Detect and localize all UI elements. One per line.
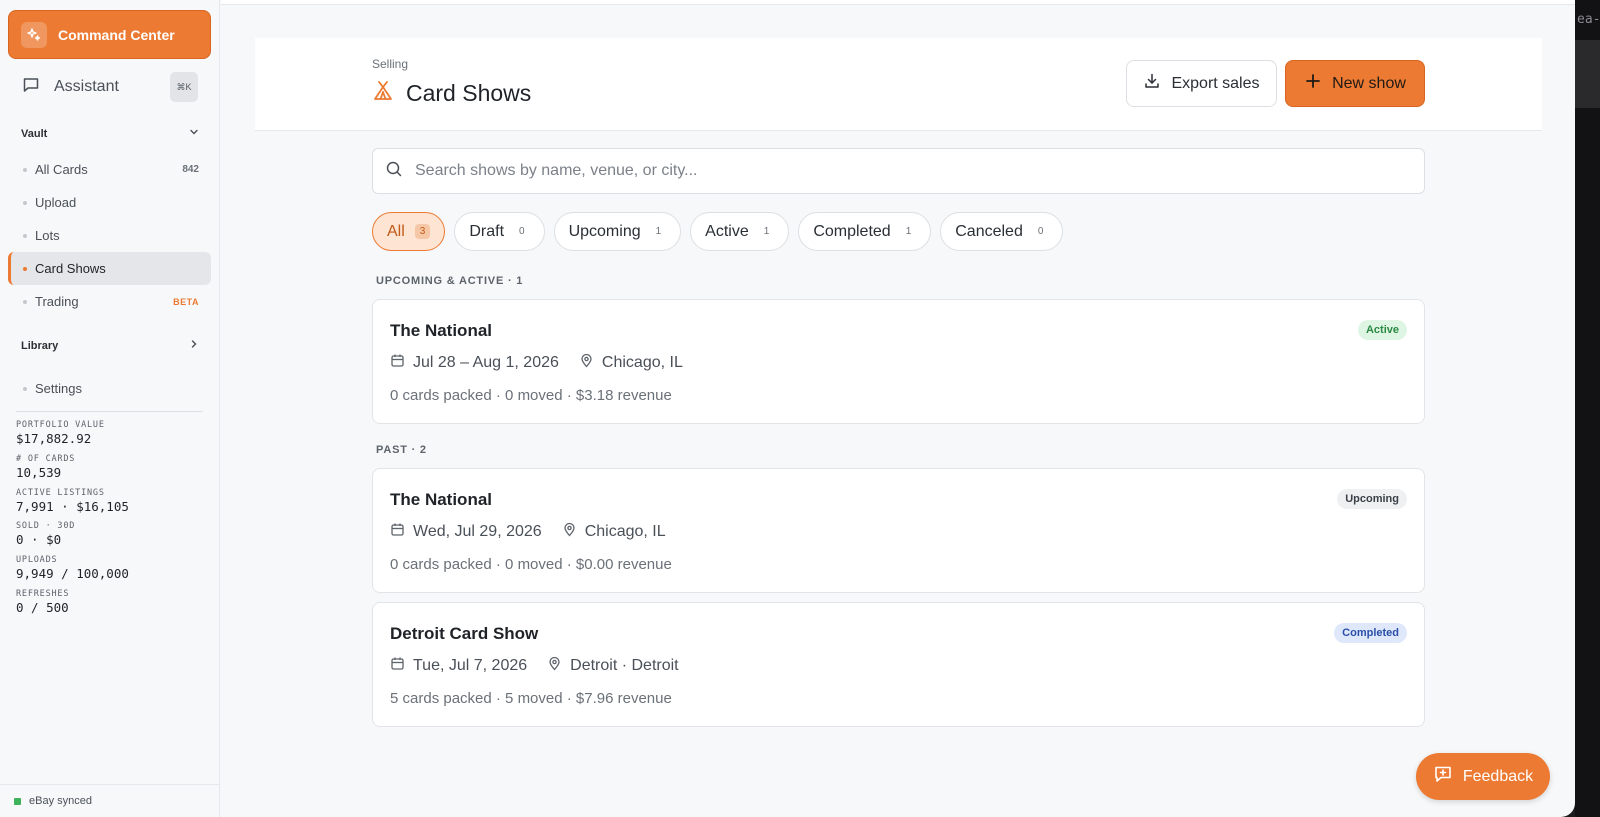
- filter-upcoming[interactable]: Upcoming 1: [553, 212, 682, 251]
- bullet-icon: [23, 299, 27, 304]
- download-icon: [1143, 72, 1161, 95]
- show-card[interactable]: The National Active Jul 28 – Aug 1, 2026…: [372, 299, 1425, 424]
- sidebar-item-label: Lots: [35, 228, 60, 243]
- new-show-button[interactable]: New show: [1285, 60, 1425, 107]
- bullet-icon: [23, 167, 27, 172]
- background-tab-band: [1575, 40, 1600, 108]
- sidebar-item-label: Upload: [35, 195, 77, 210]
- show-meta: Tue, Jul 7, 2026 Detroit · Detroit: [390, 656, 679, 676]
- bullet-icon: [23, 233, 27, 238]
- sync-status-label: eBay synced: [29, 795, 92, 807]
- chat-icon: [22, 76, 40, 99]
- show-name: The National: [390, 321, 493, 340]
- stat-refreshes: REFRESHES 0 / 500: [16, 588, 70, 615]
- stat-portfolio-value: PORTFOLIO VALUE $17,882.92: [16, 420, 105, 446]
- show-date: Jul 28 – Aug 1, 2026: [413, 354, 559, 371]
- status-badge: Completed: [1334, 623, 1407, 643]
- stat-active-listings: ACTIVE LISTINGS 7,991 · $16,105: [16, 487, 129, 514]
- chevron-down-icon: [189, 127, 199, 140]
- all-cards-count: 842: [182, 164, 199, 175]
- sidebar-item-label: All Cards: [35, 162, 88, 177]
- filter-active[interactable]: Active 1: [690, 212, 790, 251]
- assistant-item[interactable]: Assistant ⌘K: [22, 72, 198, 102]
- assistant-shortcut: ⌘K: [170, 72, 198, 102]
- page-title: Card Shows: [406, 80, 532, 106]
- calendar-icon: [390, 353, 405, 373]
- search-input[interactable]: [415, 162, 1315, 180]
- command-center-button[interactable]: Command Center: [8, 10, 211, 59]
- sidebar-item-label: Trading: [35, 294, 79, 309]
- show-name: The National: [390, 490, 493, 509]
- export-sales-button[interactable]: Export sales: [1126, 60, 1277, 107]
- show-name: Detroit Card Show: [390, 624, 539, 643]
- sidebar-item-all-cards[interactable]: All Cards 842: [8, 153, 211, 186]
- search-bar[interactable]: [372, 148, 1425, 194]
- plus-icon: [1304, 72, 1322, 95]
- tent-icon: [372, 80, 394, 107]
- show-location: Chicago, IL: [601, 354, 683, 371]
- sidebar-item-label: Card Shows: [35, 261, 106, 276]
- status-filters: All 3 Draft 0 Upcoming 1 Active 1 Completed 1…: [372, 212, 1064, 251]
- bullet-icon: [23, 386, 27, 391]
- show-summary: 5 cards packed · 5 moved · $7.96 revenue: [390, 690, 672, 707]
- filter-all[interactable]: All 3: [372, 212, 446, 251]
- page-title-row: Card Shows: [372, 80, 531, 107]
- feedback-button[interactable]: Feedback: [1416, 753, 1550, 800]
- account-stats: PORTFOLIO VALUE $17,882.92 # OF CARDS 10…: [16, 411, 203, 623]
- vault-section-header[interactable]: Vault: [21, 127, 199, 140]
- show-date: Wed, Jul 29, 2026: [413, 523, 542, 540]
- sidebar-item-upload[interactable]: Upload: [8, 186, 211, 219]
- assistant-label: Assistant: [54, 78, 119, 95]
- show-location: Detroit · Detroit: [570, 657, 679, 674]
- search-icon: [385, 160, 403, 183]
- show-meta: Jul 28 – Aug 1, 2026 Chicago, IL: [390, 353, 683, 373]
- library-section-header[interactable]: Library: [21, 339, 199, 352]
- bullet-icon: [23, 266, 27, 271]
- location-pin-icon: [547, 656, 562, 676]
- location-pin-icon: [579, 353, 594, 373]
- chevron-right-icon: [189, 339, 199, 352]
- show-summary: 0 cards packed · 0 moved · $0.00 revenue: [390, 556, 672, 573]
- status-badge: Upcoming: [1337, 489, 1407, 509]
- sidebar-item-card-shows[interactable]: Card Shows: [8, 252, 211, 285]
- sync-status: eBay synced: [0, 784, 220, 817]
- show-card[interactable]: Detroit Card Show Completed Tue, Jul 7, …: [372, 602, 1425, 727]
- breadcrumb[interactable]: Selling: [372, 57, 408, 71]
- sidebar-item-label: Settings: [35, 381, 82, 396]
- sparkle-icon: [21, 21, 47, 48]
- beta-badge: BETA: [173, 296, 199, 307]
- sidebar-item-lots[interactable]: Lots: [8, 219, 211, 252]
- calendar-icon: [390, 522, 405, 542]
- group-label-upcoming-active: UPCOMING & ACTIVE · 1: [376, 275, 524, 287]
- filter-completed[interactable]: Completed 1: [798, 212, 932, 251]
- vault-label: Vault: [21, 127, 48, 140]
- command-center-label: Command Center: [58, 26, 175, 43]
- show-summary: 0 cards packed · 0 moved · $3.18 revenue: [390, 387, 672, 404]
- bullet-icon: [23, 200, 27, 205]
- stat-sold-30d: SOLD · 30D 0 · $0: [16, 521, 76, 548]
- show-card[interactable]: The National Upcoming Wed, Jul 29, 2026 …: [372, 468, 1425, 593]
- filter-draft[interactable]: Draft 0: [454, 212, 545, 251]
- show-location: Chicago, IL: [584, 523, 666, 540]
- top-bar: [221, 0, 1575, 5]
- sidebar-item-settings[interactable]: Settings: [8, 372, 211, 405]
- stat-uploads: UPLOADS 9,949 / 100,000: [16, 555, 129, 582]
- location-pin-icon: [562, 522, 577, 542]
- library-label: Library: [21, 339, 59, 352]
- background-tab-fragment: ea-c: [1577, 12, 1600, 27]
- status-badge: Active: [1357, 320, 1407, 340]
- sidebar-item-trading[interactable]: Trading BETA: [8, 285, 211, 318]
- show-date: Tue, Jul 7, 2026: [413, 657, 528, 674]
- background-window-edge: ea-c: [1575, 0, 1600, 817]
- stat-card-count: # OF CARDS 10,539: [16, 453, 76, 480]
- sidebar: Command Center Assistant ⌘K Vault All Ca…: [0, 0, 220, 817]
- status-dot-icon: [14, 797, 21, 805]
- feedback-icon: [1433, 764, 1453, 789]
- page-header: Selling Card Shows Export sales New show: [255, 38, 1542, 131]
- app-window: Command Center Assistant ⌘K Vault All Ca…: [0, 0, 1575, 817]
- calendar-icon: [390, 656, 405, 676]
- filter-canceled[interactable]: Canceled 0: [940, 212, 1064, 251]
- group-label-past: PAST · 2: [376, 444, 427, 456]
- show-meta: Wed, Jul 29, 2026 Chicago, IL: [390, 522, 666, 542]
